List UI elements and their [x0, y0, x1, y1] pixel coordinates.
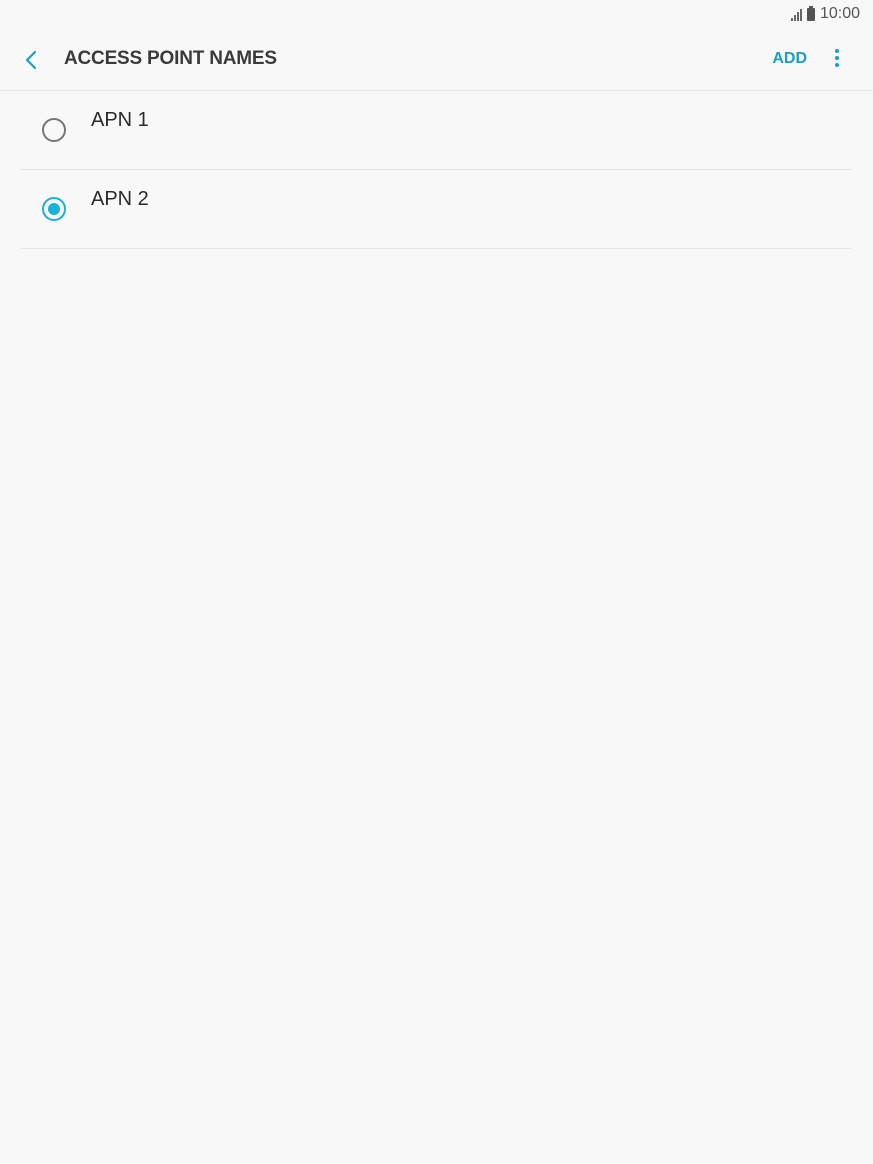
status-time: 10:00	[819, 5, 860, 22]
radio-button-apn-1[interactable]	[42, 118, 66, 142]
chevron-left-icon	[25, 50, 37, 70]
app-bar: ACCESS POINT NAMES ADD	[0, 32, 873, 90]
radio-button-apn-2[interactable]	[42, 197, 66, 221]
back-button[interactable]	[18, 46, 46, 74]
page-title: ACCESS POINT NAMES	[64, 48, 277, 69]
battery-icon	[806, 5, 815, 21]
list-item-apn-1[interactable]: APN 1	[20, 91, 852, 170]
signal-icon	[790, 8, 803, 21]
apn-label: APN 2	[91, 188, 149, 210]
status-bar: 10:00	[0, 0, 873, 28]
status-icons: 10:00	[790, 4, 860, 24]
more-options-button[interactable]	[831, 49, 843, 71]
apn-label: APN 1	[91, 109, 149, 131]
more-vertical-icon	[831, 49, 843, 67]
list-item-apn-2[interactable]: APN 2	[20, 170, 852, 249]
apn-list: APN 1 APN 2	[20, 91, 852, 249]
add-button[interactable]: ADD	[772, 50, 807, 68]
